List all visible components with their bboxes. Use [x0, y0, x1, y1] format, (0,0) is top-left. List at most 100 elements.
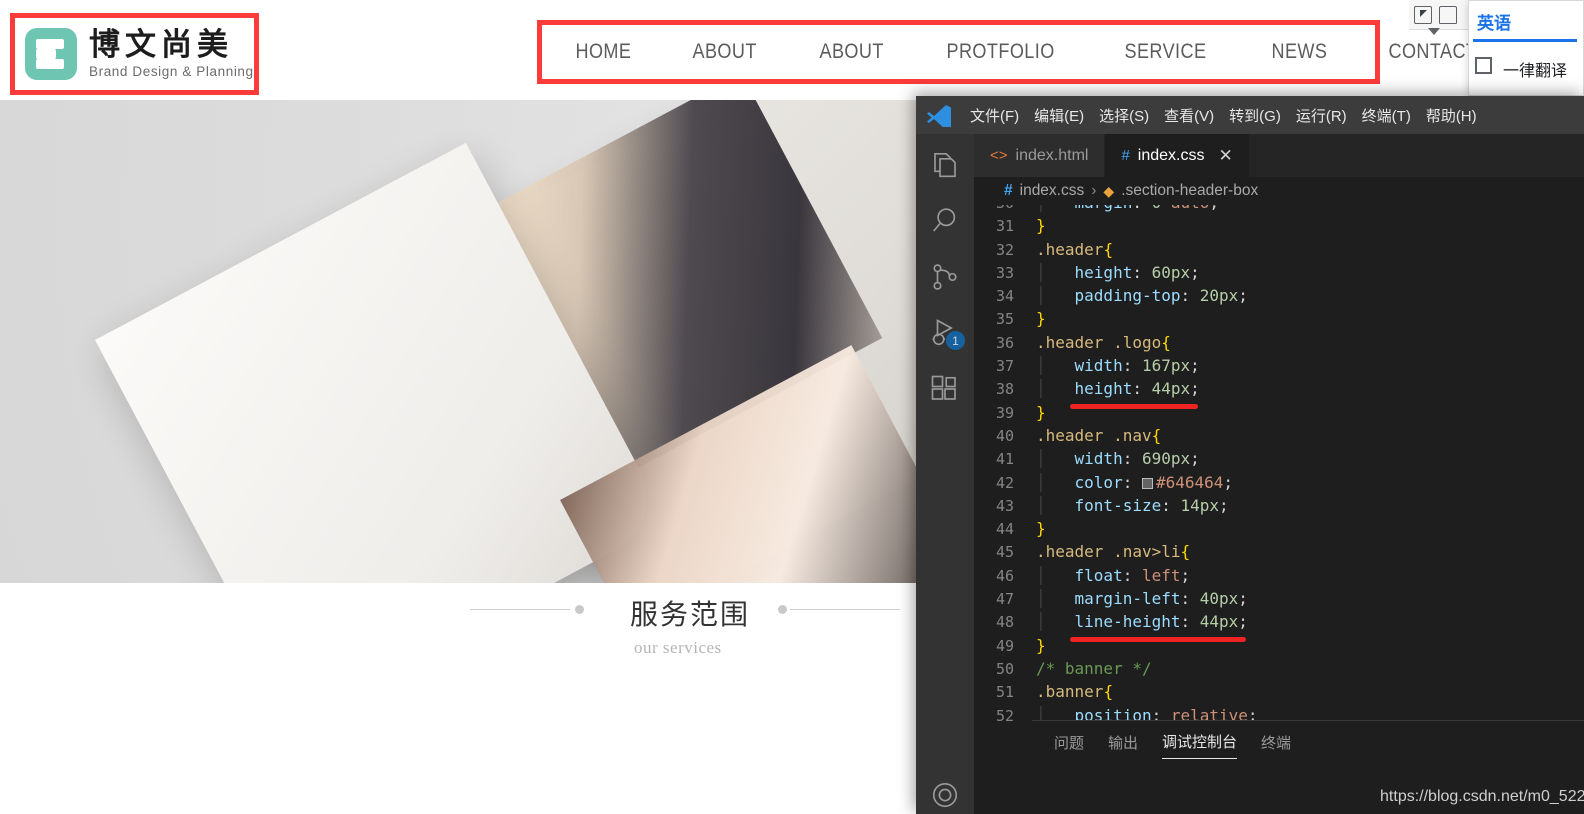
code-line: 31 }	[974, 214, 1584, 237]
panel-tab-problems[interactable]: 问题	[1054, 732, 1084, 759]
line-number: 42	[995, 473, 1014, 492]
vscode-menubar[interactable]: 文件(F) 编辑(E) 选择(S) 查看(V) 转到(G) 运行(R) 终端(T…	[916, 96, 1584, 134]
translate-language-tab[interactable]: 英语	[1477, 9, 1511, 34]
code-line: 51 .banner{	[974, 680, 1584, 703]
menu-file[interactable]: 文件(F)	[964, 102, 1025, 129]
editor-tab-index-css[interactable]: # index.css ✕	[1105, 134, 1250, 177]
color-swatch[interactable]	[1141, 477, 1153, 489]
line-number: 31	[995, 217, 1014, 236]
code-line: 39 }	[974, 401, 1584, 424]
line-number: 40	[995, 426, 1014, 445]
extensions-icon[interactable]	[930, 374, 960, 404]
html-file-icon: <>	[990, 147, 1008, 164]
menu-selection[interactable]: 选择(S)	[1093, 102, 1155, 129]
source-control-icon[interactable]	[930, 262, 960, 292]
browser-devtools-toolbar[interactable]	[1409, 0, 1469, 35]
nav-item-about-2[interactable]: ABOUT	[804, 40, 899, 64]
main-navigation: HOME ABOUT ABOUT PROTFOLIO SERVICE NEWS …	[542, 40, 1528, 64]
nav-item-about-1[interactable]: ABOUT	[677, 40, 772, 64]
translate-tab-underline	[1473, 39, 1577, 42]
code-line: 45 .header .nav>li{	[974, 540, 1584, 563]
panel-tab-terminal[interactable]: 终端	[1261, 732, 1291, 759]
code-line: 42 │ color: #646464;	[974, 471, 1584, 494]
code-text: │ margin-left: 40px;	[1036, 589, 1248, 609]
code-text: /* banner */	[1036, 658, 1152, 678]
nav-item-home[interactable]: HOME	[560, 40, 647, 64]
menu-help[interactable]: 帮助(H)	[1420, 102, 1483, 129]
run-and-debug-icon[interactable]: 1	[930, 318, 965, 350]
vscode-menu-items[interactable]: 文件(F) 编辑(E) 选择(S) 查看(V) 转到(G) 运行(R) 终端(T…	[964, 102, 1483, 129]
menu-go[interactable]: 转到(G)	[1223, 102, 1287, 129]
css-file-icon: #	[1004, 182, 1013, 199]
nav-item-protfolio[interactable]: PROTFOLIO	[931, 40, 1070, 64]
code-line: 44 }	[974, 517, 1584, 540]
nav-item-news[interactable]: NEWS	[1256, 40, 1343, 64]
section-decor-dot-left	[575, 605, 584, 614]
menu-terminal[interactable]: 终端(T)	[1356, 102, 1417, 129]
code-text: }	[1036, 216, 1046, 236]
code-line: 41 │ width: 690px;	[974, 447, 1584, 470]
line-number: 45	[995, 543, 1014, 562]
code-text: │ font-size: 14px;	[1036, 495, 1229, 515]
logo-text-group: 博文尚美 Brand Design & Planning	[89, 29, 254, 79]
menu-run[interactable]: 运行(R)	[1290, 102, 1353, 129]
always-translate-checkbox[interactable]	[1475, 57, 1492, 74]
line-number: 34	[995, 287, 1014, 306]
code-text: │ float: left;	[1036, 565, 1191, 585]
close-icon[interactable]: ✕	[1219, 146, 1233, 166]
vscode-activity-bar[interactable]: 1	[916, 134, 974, 814]
code-text: .header .logo{	[1036, 332, 1171, 352]
explorer-icon[interactable]	[930, 150, 960, 180]
breadcrumb-file[interactable]: index.css	[1020, 182, 1085, 200]
code-text: .header{	[1036, 239, 1114, 259]
css-selector-symbol-icon: ◆	[1103, 182, 1115, 199]
panel-tab-output[interactable]: 输出	[1108, 732, 1138, 759]
line-number: 51	[995, 683, 1014, 702]
code-text: │ line-height: 44px;	[1036, 610, 1248, 642]
menu-view[interactable]: 查看(V)	[1158, 102, 1220, 129]
vscode-bottom-panel[interactable]: 问题 输出 调试控制台 终端 https://blog.csdn.net/m0_…	[1032, 720, 1584, 814]
logo-tagline-en: Brand Design & Planning	[89, 63, 254, 79]
panel-tab-bar[interactable]: 问题 输出 调试控制台 终端	[1032, 721, 1584, 759]
editor-tab-index-html[interactable]: <> index.html	[974, 134, 1106, 177]
chevron-down-icon[interactable]	[1428, 28, 1440, 35]
panel-tab-debug-console[interactable]: 调试控制台	[1162, 731, 1238, 759]
inspect-element-icon[interactable]	[1414, 5, 1432, 24]
code-line: 49 }	[974, 634, 1584, 657]
editor-tab-label: index.css	[1137, 146, 1205, 164]
nav-item-service[interactable]: SERVICE	[1109, 40, 1222, 64]
code-text: .header .nav{	[1036, 425, 1162, 445]
site-header: 博文尚美 Brand Design & Planning HOME ABOUT …	[0, 0, 1584, 100]
watermark-url: https://blog.csdn.net/m0_52267483	[1380, 788, 1584, 805]
editor-tab-bar[interactable]: <> index.html # index.css ✕	[974, 134, 1584, 177]
line-number: 39	[995, 403, 1014, 422]
line-number: 33	[995, 263, 1014, 282]
code-text: │ margin: 0 auto;	[1036, 205, 1219, 214]
search-icon[interactable]	[930, 206, 960, 236]
breadcrumb-symbol[interactable]: .section-header-box	[1121, 182, 1258, 200]
vscode-editor-area: <> index.html # index.css ✕ # index.css …	[974, 134, 1584, 814]
line-number: 46	[995, 566, 1014, 585]
accounts-icon[interactable]	[930, 780, 960, 810]
editor-tab-label: index.html	[1015, 146, 1089, 164]
vscode-window[interactable]: 文件(F) 编辑(E) 选择(S) 查看(V) 转到(G) 运行(R) 终端(T…	[916, 96, 1584, 814]
debug-badge-count: 1	[946, 331, 965, 350]
section-decor-dot-right	[778, 605, 787, 614]
section-subtitle: our services	[634, 638, 722, 657]
device-toolbar-icon[interactable]	[1439, 5, 1457, 24]
line-number: 37	[995, 357, 1014, 376]
line-number: 48	[995, 613, 1014, 632]
code-line: 36 .header .logo{	[974, 331, 1584, 354]
line-number: 41	[995, 450, 1014, 469]
brand-logo-icon	[25, 28, 77, 80]
line-number: 38	[995, 380, 1014, 399]
translate-popup[interactable]: 英语 一律翻译	[1468, 0, 1584, 96]
line-number: 50	[995, 659, 1014, 678]
code-line: 48 │ line-height: 44px;	[974, 610, 1584, 642]
logo-annotation-box: 博文尚美 Brand Design & Planning	[10, 13, 259, 95]
vscode-body: 1 <> index.html # index.css ✕ # index.cs…	[916, 134, 1584, 814]
line-number: 35	[995, 310, 1014, 329]
breadcrumb[interactable]: # index.css › ◆ .section-header-box	[974, 177, 1584, 205]
code-line: 35 }	[974, 307, 1584, 330]
menu-edit[interactable]: 编辑(E)	[1028, 102, 1090, 129]
